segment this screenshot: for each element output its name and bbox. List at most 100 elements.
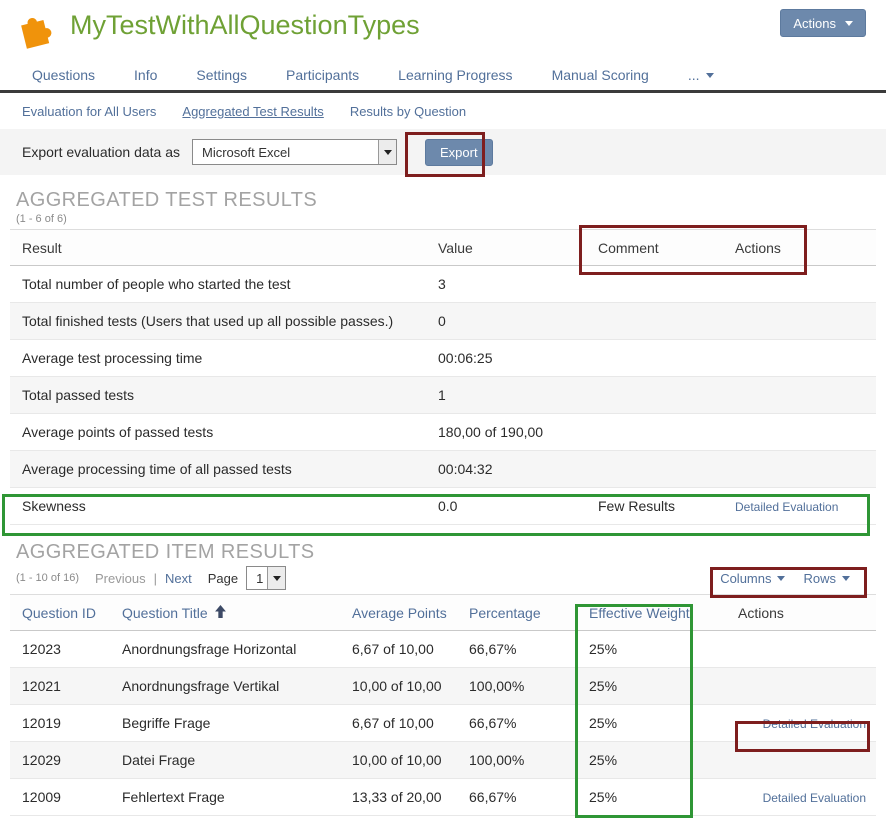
table-row: Total number of people who started the t… — [10, 266, 876, 303]
column-header-average-points[interactable]: Average Points — [352, 605, 447, 621]
average-points: 10,00 of 10,00 — [352, 752, 469, 768]
question-title: Anordnungsfrage Vertikal — [122, 678, 352, 694]
question-id: 12009 — [10, 789, 122, 805]
result-label: Skewness — [10, 498, 438, 514]
column-header-comment: Comment — [598, 240, 735, 256]
table-row: 12021 Anordnungsfrage Vertikal 10,00 of … — [10, 668, 876, 705]
result-value: 3 — [438, 276, 598, 292]
table-row: 12009 Fehlertext Frage 13,33 of 20,00 66… — [10, 779, 876, 816]
result-label: Total finished tests (Users that used up… — [10, 313, 438, 329]
section-title-item-results: AGGREGATED ITEM RESULTS — [16, 541, 886, 564]
tab-info[interactable]: Info — [134, 67, 157, 83]
table-header-row: Result Value Comment Actions — [10, 229, 876, 266]
table-body: 12023 Anordnungsfrage Horizontal 6,67 of… — [10, 631, 876, 816]
sort-ascending-icon — [215, 605, 226, 621]
question-title: Datei Frage — [122, 752, 352, 768]
export-label: Export evaluation data as — [22, 144, 180, 160]
caret-down-icon — [706, 73, 714, 78]
puzzle-icon — [14, 7, 58, 60]
item-results-toolbar: (1 - 10 of 16) Previous | Next Page 1 Co… — [10, 566, 876, 590]
page-title: MyTestWithAllQuestionTypes — [70, 10, 420, 41]
result-label: Average test processing time — [10, 350, 438, 366]
table-body: Total number of people who started the t… — [10, 266, 876, 525]
tab-bar: Questions Info Settings Participants Lea… — [0, 60, 886, 93]
average-points: 13,33 of 20,00 — [352, 789, 469, 805]
column-header-question-title[interactable]: Question Title — [122, 605, 208, 621]
tab-questions[interactable]: Questions — [32, 67, 95, 83]
columns-dropdown[interactable]: Columns — [720, 571, 785, 586]
actions-button[interactable]: Actions — [780, 9, 866, 37]
export-button[interactable]: Export — [425, 139, 493, 166]
subtab-bar: Evaluation for All Users Aggregated Test… — [0, 93, 886, 129]
select-dropdown-icon[interactable] — [267, 567, 285, 589]
export-format-value: Microsoft Excel — [193, 140, 378, 164]
pagination-previous: Previous — [95, 571, 146, 586]
table-row: Total finished tests (Users that used up… — [10, 303, 876, 340]
question-title: Anordnungsfrage Horizontal — [122, 641, 352, 657]
column-header-result: Result — [10, 240, 438, 256]
page-label: Page — [208, 571, 238, 586]
effective-weight: 25% — [589, 678, 704, 694]
subtab-aggregated-test-results[interactable]: Aggregated Test Results — [182, 104, 323, 119]
tab-participants[interactable]: Participants — [286, 67, 359, 83]
item-results-table: Question ID Question Title Average Point… — [10, 594, 876, 816]
section-title-test-results: AGGREGATED TEST RESULTS — [16, 189, 886, 212]
result-label: Average points of passed tests — [10, 424, 438, 440]
column-header-actions: Actions — [735, 240, 876, 256]
item-results-count: (1 - 10 of 16) — [16, 572, 79, 584]
tab-more[interactable]: ... — [688, 67, 714, 83]
result-comment: Few Results — [598, 498, 735, 514]
average-points: 6,67 of 10,00 — [352, 641, 469, 657]
caret-down-icon — [845, 21, 853, 26]
select-dropdown-icon[interactable] — [378, 140, 396, 164]
column-header-percentage[interactable]: Percentage — [469, 605, 541, 621]
header: MyTestWithAllQuestionTypes Actions — [0, 0, 886, 60]
page: MyTestWithAllQuestionTypes Actions Quest… — [0, 0, 886, 823]
caret-down-icon — [777, 576, 785, 581]
table-row: Average test processing time 00:06:25 — [10, 340, 876, 377]
detailed-evaluation-link[interactable]: Detailed Evaluation — [763, 791, 866, 805]
caret-down-icon — [842, 576, 850, 581]
tab-settings[interactable]: Settings — [196, 67, 247, 83]
pagination-next[interactable]: Next — [165, 571, 192, 586]
percentage: 66,67% — [469, 789, 589, 805]
detailed-evaluation-link[interactable]: Detailed Evaluation — [763, 717, 866, 731]
tab-manual-scoring[interactable]: Manual Scoring — [552, 67, 649, 83]
result-value: 0.0 — [438, 498, 598, 514]
table-row: 12029 Datei Frage 10,00 of 10,00 100,00%… — [10, 742, 876, 779]
subtab-evaluation-for-all-users[interactable]: Evaluation for All Users — [22, 104, 156, 119]
question-id: 12029 — [10, 752, 122, 768]
table-row: Total passed tests 1 — [10, 377, 876, 414]
table-row: 12019 Begriffe Frage 6,67 of 10,00 66,67… — [10, 705, 876, 742]
column-header-question-id[interactable]: Question ID — [22, 605, 96, 621]
subtab-results-by-question[interactable]: Results by Question — [350, 104, 466, 119]
result-value: 0 — [438, 313, 598, 329]
detailed-evaluation-link[interactable]: Detailed Evaluation — [735, 500, 838, 514]
question-id: 12021 — [10, 678, 122, 694]
test-results-table: Result Value Comment Actions Total numbe… — [10, 229, 876, 525]
table-row: 12023 Anordnungsfrage Horizontal 6,67 of… — [10, 631, 876, 668]
effective-weight: 25% — [589, 752, 704, 768]
result-value: 180,00 of 190,00 — [438, 424, 598, 440]
rows-dropdown[interactable]: Rows — [803, 571, 850, 586]
percentage: 66,67% — [469, 641, 589, 657]
question-id: 12023 — [10, 641, 122, 657]
test-results-count: (1 - 6 of 6) — [16, 213, 886, 225]
question-title: Fehlertext Frage — [122, 789, 352, 805]
table-header-row: Question ID Question Title Average Point… — [10, 594, 876, 631]
column-header-effective-weight[interactable]: Effective Weight — [589, 605, 690, 621]
effective-weight: 25% — [589, 641, 704, 657]
result-label: Total number of people who started the t… — [10, 276, 438, 292]
percentage: 100,00% — [469, 752, 589, 768]
pagination-separator: | — [154, 571, 157, 586]
column-header-value: Value — [438, 240, 598, 256]
tab-learning-progress[interactable]: Learning Progress — [398, 67, 512, 83]
percentage: 100,00% — [469, 678, 589, 694]
export-toolbar: Export evaluation data as Microsoft Exce… — [0, 129, 886, 175]
table-row-skewness: Skewness 0.0 Few Results Detailed Evalua… — [10, 488, 876, 525]
export-format-select[interactable]: Microsoft Excel — [192, 139, 397, 165]
effective-weight: 25% — [589, 789, 704, 805]
page-select[interactable]: 1 — [246, 566, 286, 590]
average-points: 6,67 of 10,00 — [352, 715, 469, 731]
result-label: Average processing time of all passed te… — [10, 461, 438, 477]
